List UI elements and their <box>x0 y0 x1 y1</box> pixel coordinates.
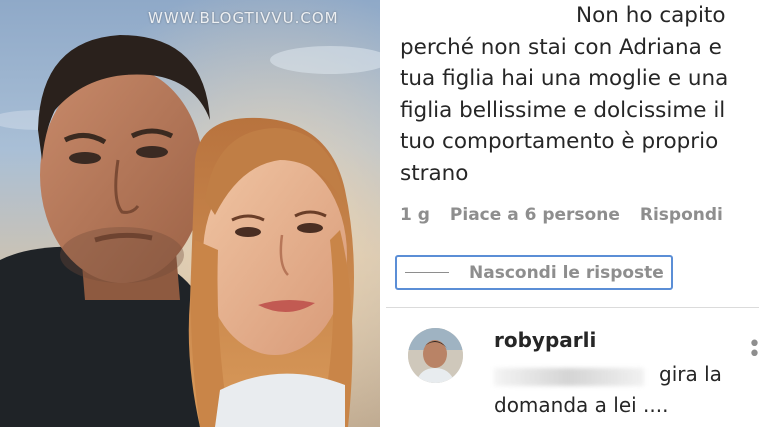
comment-line: strano <box>400 160 469 186</box>
watermark: WWW.BLOGTIVVU.COM <box>148 9 339 27</box>
more-options-icon[interactable]: • • <box>748 334 759 366</box>
comment-likes-link[interactable]: Piace a 6 persone <box>450 205 620 225</box>
comment-line: tuo comportamento è proprio <box>400 129 719 154</box>
avatar-image <box>408 328 463 383</box>
comment-line: figlia bellissime e dolcissime il <box>400 97 726 123</box>
separator <box>386 307 759 308</box>
comment-meta: 1 g Piace a 6 persone Rispondi <box>400 205 723 225</box>
comment-line: perché non stai con Adriana e <box>400 34 722 60</box>
screenshot-composite: WWW.BLOGTIVVU.COM Non ho capito perché no… <box>0 0 759 427</box>
photo-illustration <box>0 0 380 427</box>
reply-text-line2: domanda a lei .... <box>494 393 669 417</box>
reply-button[interactable]: Rispondi <box>640 205 723 225</box>
blurred-mention <box>494 368 644 386</box>
couple-photo: WWW.BLOGTIVVU.COM <box>0 0 380 427</box>
reply-username[interactable]: robyparli <box>494 328 596 352</box>
comment-timestamp: 1 g <box>400 205 430 225</box>
hide-replies-button[interactable]: Nascondi le risposte <box>395 255 673 290</box>
comment-line: Non ho capito <box>576 3 726 28</box>
comment-text: Non ho capito perché non stai con Adriana… <box>400 0 750 189</box>
reply-text-line1: gira la <box>494 362 749 390</box>
hide-replies-label: Nascondi le risposte <box>469 262 664 283</box>
comments-panel: Non ho capito perché non stai con Adriana… <box>386 0 759 427</box>
comment-line: tua figlia hai una moglie e una <box>400 66 729 91</box>
replies-line-icon <box>405 271 449 274</box>
reply-text-visible: gira la <box>659 362 722 386</box>
avatar[interactable] <box>408 328 463 383</box>
